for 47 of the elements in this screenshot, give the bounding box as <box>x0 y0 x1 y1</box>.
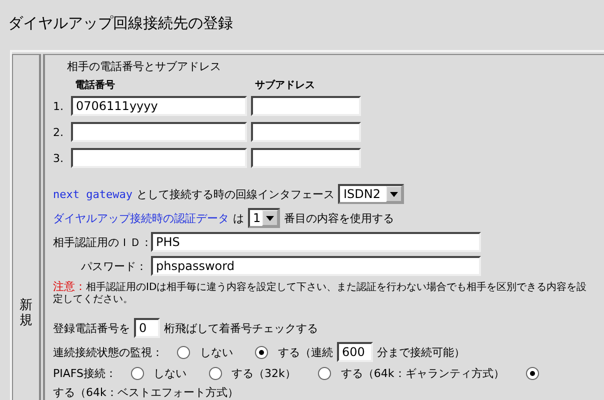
radio-button[interactable] <box>255 346 268 358</box>
skip-suffix: 桁飛ばして着番号チェックする <box>164 320 318 336</box>
monitor-suffix: 分まで接続可能） <box>377 344 465 360</box>
notice-text: 注意：相手認証用のIDは相手毎に違う内容を設定して下さい、また認証を行わない場合でも相手を区別できる内容を設定してください。 <box>53 280 588 306</box>
radio-button[interactable] <box>526 367 540 380</box>
password-label: パスワード： <box>80 258 147 274</box>
piafs-label: PIAFS接続： <box>53 366 117 381</box>
gateway-link[interactable]: next gateway <box>53 188 132 200</box>
column-label: サブアドレス <box>255 78 316 92</box>
id-label: 相手認証用のＩＤ： <box>53 234 147 250</box>
radio-label: する（64k：ギャランティ方式） <box>340 366 504 381</box>
row-number: 1. <box>53 100 64 112</box>
skip-prefix: 登録電話番号を <box>53 320 130 336</box>
radio-label: する（連続 <box>278 344 333 360</box>
subaddress-input[interactable] <box>251 96 361 116</box>
radio-label: しない <box>200 344 233 360</box>
subaddress-input[interactable] <box>251 122 361 142</box>
password-input[interactable]: phspassword <box>151 256 481 276</box>
phone-input[interactable] <box>71 148 247 168</box>
row-number: 3. <box>53 152 64 164</box>
page-title: ダイヤルアップ回線接続先の登録 <box>8 14 234 34</box>
radio-button[interactable] <box>130 367 144 380</box>
radio-button[interactable] <box>177 346 190 358</box>
auth-data-suffix: 番目の内容を使用する <box>284 210 394 226</box>
monitor-label: 連続接続状態の監視： <box>53 344 163 360</box>
minutes-input[interactable]: 600 <box>337 342 373 362</box>
auth-data-link[interactable]: ダイヤルアップ接続時の認証データ <box>53 210 229 226</box>
caret-icon <box>386 186 402 202</box>
auth-number-select[interactable]: 1 <box>248 208 280 228</box>
id-input[interactable]: PHS <box>151 232 481 252</box>
auth-data-text: は <box>233 210 244 226</box>
skip-digits-input[interactable]: 0 <box>134 318 160 338</box>
column-label: 電話番号 <box>75 78 116 92</box>
interface-select[interactable]: ISDN2 <box>338 184 404 204</box>
phone-input[interactable] <box>71 122 247 142</box>
phone-input[interactable]: 0706111yyyy <box>71 96 247 116</box>
gateway-text: として接続する時の回線インタフェース <box>136 186 334 202</box>
row-number: 2. <box>53 126 64 138</box>
caret-icon <box>262 210 278 226</box>
radio-button[interactable] <box>208 367 222 380</box>
radio-button[interactable] <box>318 367 331 380</box>
radio-label: する（32k） <box>232 366 296 381</box>
subaddress-input[interactable] <box>251 148 361 168</box>
side-label: 新規 <box>20 299 32 328</box>
section-heading: 相手の電話番号とサブアドレス <box>67 59 222 74</box>
radio-label: しない <box>154 366 187 381</box>
radio-label: する（64k：ベストエフォート方式） <box>53 385 238 400</box>
